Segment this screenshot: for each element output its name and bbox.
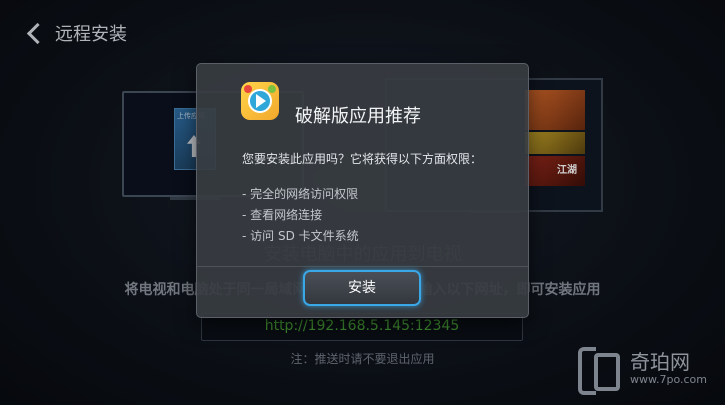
permission-item: - 访问 SD 卡文件系统 bbox=[242, 229, 359, 243]
install-dialog: 破解版应用推荐 您要安装此应用吗？它将获得以下方面权限： - 完全的网络访问权限… bbox=[196, 63, 529, 318]
permission-question: 您要安装此应用吗？它将获得以下方面权限： bbox=[242, 152, 483, 166]
dialog-divider bbox=[197, 266, 528, 267]
permission-item: - 查看网络连接 bbox=[242, 208, 323, 222]
install-button[interactable]: 安装 bbox=[303, 270, 421, 306]
permission-item: - 完全的网络访问权限 bbox=[242, 187, 359, 201]
permission-list: - 完全的网络访问权限 - 查看网络连接 - 访问 SD 卡文件系统 bbox=[242, 184, 359, 247]
app-name: 破解版应用推荐 bbox=[295, 106, 421, 127]
app-icon bbox=[241, 82, 279, 120]
